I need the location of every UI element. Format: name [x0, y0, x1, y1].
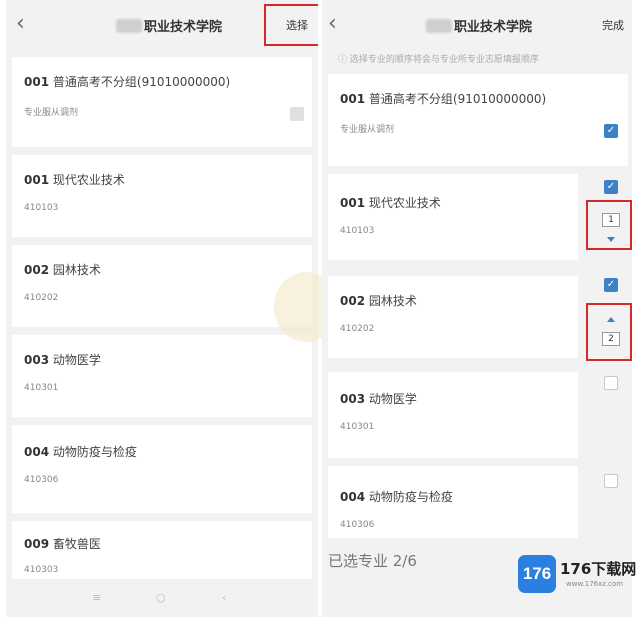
major-sub: 410306 — [24, 475, 59, 485]
back-nav-icon[interactable]: ‹ — [222, 591, 226, 604]
right-header: ‹ 职业技术学院 完成 — [322, 0, 632, 46]
major-title: 普通高考不分组(91010000000) — [368, 92, 547, 106]
major-code: 002 — [24, 263, 50, 277]
major-name: 001 现代农业技术 — [24, 171, 125, 188]
major-title: 现代农业技术 — [52, 173, 125, 187]
major-sub: 410202 — [340, 324, 375, 334]
major-sub: 410301 — [340, 422, 375, 432]
major-title: 普通高考不分组(91010000000) — [52, 75, 231, 89]
home-icon[interactable]: ○ — [156, 591, 166, 604]
major-card[interactable]: 001 现代农业技术 410103 — [328, 174, 578, 260]
major-card[interactable]: 003 动物医学 410301 — [328, 372, 578, 458]
major-code: 003 — [340, 392, 366, 406]
selected-count: 已选专业 2/6 — [328, 552, 417, 570]
system-nav-bar: ≡ ○ ‹ — [6, 579, 318, 617]
site-logo: 176 — [518, 555, 556, 593]
major-card[interactable]: 004 动物防疫与检疫 410306 — [12, 425, 312, 513]
major-sub: 410303 — [24, 565, 59, 575]
major-sub: 410202 — [24, 293, 59, 303]
major-name: 001 现代农业技术 — [340, 194, 441, 211]
menu-icon[interactable]: ≡ — [92, 591, 101, 604]
site-name: 176下载网 — [560, 560, 637, 578]
site-url: www.176xz.com — [566, 580, 624, 588]
right-page-title: 职业技术学院 — [426, 16, 532, 35]
major-name: 001 普通高考不分组(91010000000) — [24, 73, 230, 90]
major-name: 004 动物防疫与检疫 — [340, 488, 453, 505]
major-card[interactable]: 004 动物防疫与检疫 410306 — [328, 466, 578, 538]
major-sub: 专业服从调剂 — [340, 125, 395, 135]
major-card[interactable]: 002 园林技术 410202 — [12, 245, 312, 327]
right-title-text: 职业技术学院 — [454, 20, 533, 35]
highlight-box-order-1 — [586, 200, 632, 250]
major-title: 动物医学 — [52, 353, 101, 367]
hint-label: 选择专业的顺序将会与专业所专业志愿填报顺序 — [349, 55, 539, 65]
screenshot: ‹ 职业技术学院 选择 001 普通高考不分组(91010000000) 专业服… — [0, 0, 638, 617]
info-icon: ⓘ — [338, 55, 348, 65]
major-name: 009 畜牧兽医 — [24, 535, 101, 552]
checkbox[interactable] — [290, 107, 304, 121]
major-sub: 410301 — [24, 383, 59, 393]
done-button[interactable]: 完成 — [602, 17, 624, 33]
major-sub: 410103 — [340, 226, 375, 236]
left-screen: ‹ 职业技术学院 选择 001 普通高考不分组(91010000000) 专业服… — [6, 0, 318, 617]
checkbox-checked[interactable]: ✓ — [604, 180, 618, 194]
check-icon: ✓ — [606, 279, 616, 290]
major-code: 004 — [340, 490, 366, 504]
major-code: 003 — [24, 353, 50, 367]
major-name: 004 动物防疫与检疫 — [24, 443, 137, 460]
major-name: 003 动物医学 — [24, 351, 101, 368]
major-title: 动物医学 — [368, 392, 417, 406]
major-sub: 410306 — [340, 520, 375, 530]
major-card[interactable]: 001 普通高考不分组(91010000000) 专业服从调剂 — [12, 57, 312, 147]
major-code: 002 — [340, 294, 366, 308]
highlight-box-select — [264, 4, 318, 46]
left-page-title: 职业技术学院 — [116, 16, 222, 35]
checkbox-unchecked[interactable] — [604, 376, 618, 390]
checkbox-checked[interactable]: ✓ — [604, 124, 618, 138]
right-screen: ‹ 职业技术学院 完成 ⓘ 选择专业的顺序将会与专业所专业志愿填报顺序 001 … — [322, 0, 632, 617]
major-name: 001 普通高考不分组(91010000000) — [340, 90, 546, 107]
major-card[interactable]: 001 普通高考不分组(91010000000) 专业服从调剂 ✓ — [328, 74, 628, 166]
major-code: 001 — [24, 75, 50, 89]
major-name: 002 园林技术 — [340, 292, 417, 309]
major-name: 003 动物医学 — [340, 390, 417, 407]
blurred-text — [116, 19, 142, 33]
major-code: 004 — [24, 445, 50, 459]
highlight-box-order-2 — [586, 303, 632, 361]
major-sub: 410103 — [24, 203, 59, 213]
major-sub: 专业服从调剂 — [24, 108, 79, 118]
major-title: 动物防疫与检疫 — [52, 445, 137, 459]
major-title: 园林技术 — [52, 263, 101, 277]
check-icon: ✓ — [606, 125, 616, 136]
back-icon[interactable]: ‹ — [328, 12, 337, 36]
major-code: 009 — [24, 537, 50, 551]
major-card[interactable]: 002 园林技术 410202 — [328, 276, 578, 358]
blurred-text — [426, 19, 452, 33]
hint-text: ⓘ 选择专业的顺序将会与专业所专业志愿填报顺序 — [338, 52, 539, 65]
major-code: 001 — [340, 196, 366, 210]
major-title: 畜牧兽医 — [52, 537, 101, 551]
check-icon: ✓ — [606, 181, 616, 192]
back-icon[interactable]: ‹ — [16, 12, 25, 36]
major-card[interactable]: 001 现代农业技术 410103 — [12, 155, 312, 237]
major-title: 动物防疫与检疫 — [368, 490, 453, 504]
major-name: 002 园林技术 — [24, 261, 101, 278]
checkbox-unchecked[interactable] — [604, 474, 618, 488]
major-title: 园林技术 — [368, 294, 417, 308]
checkbox-checked[interactable]: ✓ — [604, 278, 618, 292]
major-code: 001 — [24, 173, 50, 187]
major-card[interactable]: 003 动物医学 410301 — [12, 335, 312, 417]
major-code: 001 — [340, 92, 366, 106]
major-title: 现代农业技术 — [368, 196, 441, 210]
left-title-text: 职业技术学院 — [144, 20, 223, 35]
major-card[interactable]: 009 畜牧兽医 410303 — [12, 521, 312, 581]
